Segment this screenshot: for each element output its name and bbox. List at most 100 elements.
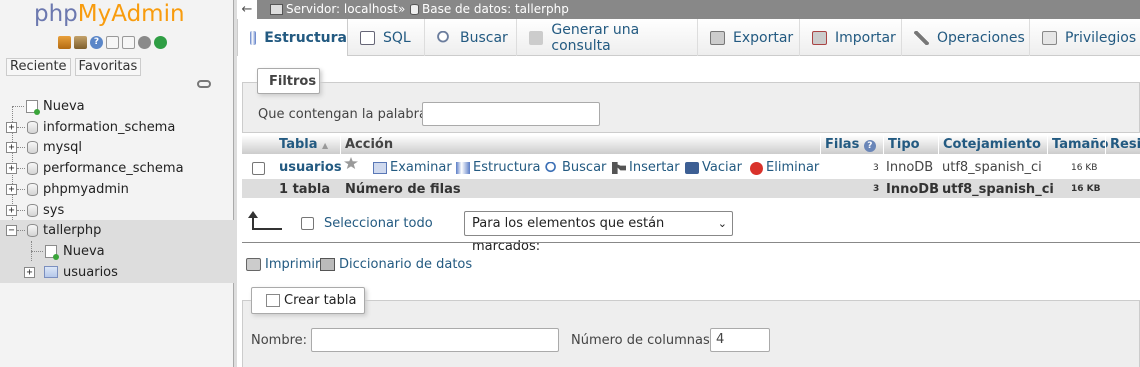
col-rows-label: Filas — [825, 137, 860, 152]
structure-icon — [456, 162, 470, 174]
columns-input[interactable]: 4 — [710, 328, 770, 352]
expand-icon[interactable]: + — [6, 142, 17, 153]
favorites-button[interactable]: Favoritas — [74, 58, 142, 76]
tab-label: Privilegios — [1065, 29, 1137, 46]
footer-size: 16 KB — [1071, 184, 1101, 194]
action-label: Buscar — [562, 160, 607, 175]
help-icon[interactable]: ? — [863, 140, 876, 152]
expand-icon[interactable]: + — [6, 122, 17, 133]
breadcrumb-database[interactable]: Base de datos: tallerphp — [410, 0, 569, 19]
expand-icon[interactable]: + — [24, 267, 35, 278]
breadcrumb-database-label: Base de datos: tallerphp — [422, 2, 569, 16]
insert-icon — [612, 162, 626, 174]
tree-line — [17, 168, 25, 169]
columns-label: Número de columnas: — [571, 333, 715, 348]
with-selected-dropdown[interactable]: Para los elementos que están marcados: ⌄ — [464, 211, 733, 254]
tab-export[interactable]: Exportar — [698, 19, 800, 56]
tab-search[interactable]: Buscar — [425, 19, 517, 56]
breadcrumb-server[interactable]: Servidor: localhost — [270, 0, 398, 19]
page-icon[interactable] — [122, 36, 135, 49]
expand-icon[interactable]: + — [6, 184, 17, 195]
drop-action[interactable]: Eliminar — [750, 157, 819, 179]
tab-operations[interactable]: Operaciones — [902, 19, 1030, 56]
structure-action[interactable]: Estructura — [456, 157, 540, 179]
tree-item-new[interactable]: Nueva — [0, 96, 234, 117]
col-table[interactable]: Tabla ▲ — [275, 135, 328, 154]
table-row: usuarios Examinar Estructura Buscar Inse… — [242, 157, 1140, 179]
tree-item-new-table[interactable]: Nueva — [0, 241, 234, 271]
search-icon — [545, 162, 559, 174]
filter-input[interactable] — [422, 102, 600, 126]
collapse-icon[interactable]: − — [6, 225, 17, 236]
selection-arrow-icon — [248, 211, 282, 230]
tree-item-usuarios[interactable]: + usuarios — [0, 262, 234, 283]
print-link[interactable]: Imprimir — [246, 257, 320, 272]
row-count: 3 — [873, 163, 879, 173]
tree-item-label: mysql — [43, 140, 82, 155]
database-icon — [27, 141, 38, 154]
action-label: Insertar — [629, 160, 680, 175]
table-footer: 1 tabla Número de filas 3 InnoDB utf8_sp… — [242, 179, 1140, 198]
divider — [242, 242, 1140, 243]
col-action: Acción — [340, 135, 393, 154]
tree-item-mysql[interactable]: + mysql — [0, 137, 234, 158]
back-icon[interactable]: ← — [237, 0, 257, 19]
tree-item-sys[interactable]: + sys — [0, 200, 234, 221]
col-size[interactable]: Tamaño — [1047, 135, 1108, 154]
search-action[interactable]: Buscar — [545, 157, 606, 179]
dictionary-icon — [320, 258, 335, 271]
database-icon — [27, 183, 38, 196]
tab-label: Generar una consulta — [551, 21, 640, 54]
col-rows[interactable]: Filas ? — [820, 135, 876, 154]
favorite-star[interactable] — [344, 157, 358, 169]
logo[interactable]: phpMyAdmin — [34, 0, 185, 28]
table-name-input[interactable] — [311, 328, 559, 352]
expand-icon[interactable]: + — [6, 205, 17, 216]
exit-icon[interactable] — [74, 36, 87, 49]
tab-privileges[interactable]: Privilegios — [1030, 19, 1140, 56]
tree-line — [31, 251, 43, 252]
col-overhead[interactable]: Resid — [1105, 135, 1140, 154]
tree-item-phpmyadmin[interactable]: + phpmyadmin — [0, 179, 234, 200]
tab-structure[interactable]: Estructura — [237, 19, 348, 56]
data-dictionary-link[interactable]: Diccionario de datos — [320, 257, 472, 272]
star-icon — [344, 157, 358, 169]
expand-icon[interactable]: + — [6, 163, 17, 174]
recent-button[interactable]: Reciente — [6, 58, 71, 76]
row-checkbox[interactable] — [252, 162, 265, 175]
select-all-checkbox[interactable] — [301, 217, 314, 230]
action-label: Examinar — [390, 160, 452, 175]
table-name-link[interactable]: usuarios — [279, 157, 342, 179]
help-icon[interactable]: ? — [90, 36, 103, 49]
breadcrumb: ← Servidor: localhost » Base de datos: t… — [237, 0, 1140, 19]
footer-rows: 3 — [873, 184, 880, 194]
select-all-label[interactable]: Seleccionar todo — [324, 216, 433, 231]
tree-item-label: sys — [43, 203, 65, 218]
link-with-main-panel-icon[interactable] — [197, 80, 211, 88]
browse-icon — [373, 162, 387, 174]
tree-item-tallerphp[interactable]: − tallerphp — [0, 220, 234, 241]
tab-query[interactable]: Generar una consulta — [517, 19, 698, 56]
action-label: Eliminar — [766, 160, 820, 175]
col-type[interactable]: Tipo — [883, 135, 920, 154]
settings-icon[interactable] — [138, 36, 151, 49]
docs-icon[interactable] — [106, 36, 119, 49]
tree-item-information-schema[interactable]: + information_schema — [0, 117, 234, 138]
search-icon — [437, 30, 452, 45]
tab-import[interactable]: Importar — [800, 19, 902, 56]
browse-action[interactable]: Examinar — [373, 157, 452, 179]
empty-action[interactable]: Vaciar — [685, 157, 742, 179]
tree-item-performance-schema[interactable]: + performance_schema — [0, 158, 234, 179]
home-icon[interactable] — [58, 36, 71, 49]
tree-item-label: Nueva — [43, 99, 85, 114]
insert-action[interactable]: Insertar — [612, 157, 680, 179]
tab-sql[interactable]: SQL — [348, 19, 425, 56]
database-icon — [410, 4, 419, 15]
col-collation[interactable]: Cotejamiento — [938, 135, 1041, 154]
print-label: Imprimir — [265, 257, 321, 272]
reload-icon[interactable] — [154, 36, 167, 49]
chevron-down-icon: ⌄ — [717, 217, 727, 230]
footer-count: 1 tabla — [279, 182, 331, 197]
logo-part-php: php — [34, 1, 78, 27]
action-label: Vaciar — [702, 160, 742, 175]
